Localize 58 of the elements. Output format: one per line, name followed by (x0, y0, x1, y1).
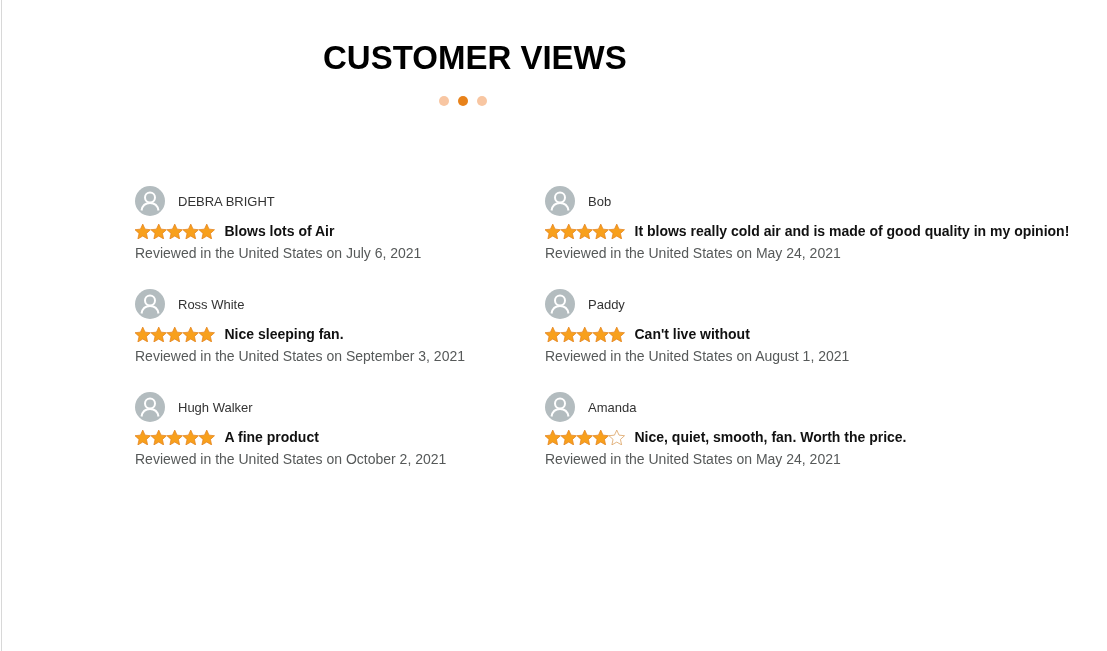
star-icon (577, 326, 593, 342)
star-icon (135, 326, 151, 342)
star-icon (593, 429, 609, 445)
review-title: It blows really cold air and is made of good quality in my opinion! (634, 223, 1070, 239)
reviewer-name: Bob (588, 193, 612, 209)
review-title: Can't live without (634, 326, 750, 342)
star-icon (199, 326, 215, 342)
review-title: A fine product (224, 429, 319, 445)
star-icon (545, 429, 561, 445)
star-icon (577, 223, 593, 239)
star-icon (593, 326, 609, 342)
review-date: Reviewed in the United States on May 24, 2021 (545, 244, 841, 263)
reviewer-name: Amanda (588, 399, 637, 415)
star-icon (151, 326, 167, 342)
star-icon (561, 326, 577, 342)
user-avatar-icon (545, 392, 575, 422)
star-icon (135, 223, 151, 239)
star-icon (183, 223, 199, 239)
star-icon (167, 429, 183, 445)
star-icon (545, 223, 561, 239)
user-avatar-icon (135, 289, 165, 319)
user-avatar-icon (545, 289, 575, 319)
review-title: Blows lots of Air (224, 223, 335, 239)
review-date: Reviewed in the United States on May 24, 2021 (545, 450, 841, 469)
star-icon (545, 326, 561, 342)
review-date: Reviewed in the United States on August 1, 2021 (545, 347, 850, 366)
star-icon (135, 429, 151, 445)
star-icon (609, 326, 625, 342)
star-icon (151, 429, 167, 445)
review-date: Reviewed in the United States on July 6, 2021 (135, 244, 422, 263)
carousel-dot[interactable] (439, 96, 449, 106)
section-heading: CUSTOMER VIEWS (323, 38, 627, 78)
carousel-dot[interactable] (477, 96, 487, 106)
review-title: Nice sleeping fan. (224, 326, 344, 342)
carousel-dot[interactable] (458, 96, 468, 106)
star-icon (199, 223, 215, 239)
reviewer-name: DEBRA BRIGHT (178, 193, 275, 209)
star-icon (561, 223, 577, 239)
star-icon (183, 429, 199, 445)
user-avatar-icon (135, 392, 165, 422)
star-outline-icon (609, 429, 625, 445)
star-icon (199, 429, 215, 445)
reviewer-name: Paddy (588, 296, 625, 312)
star-icon (593, 223, 609, 239)
user-avatar-icon (135, 186, 165, 216)
star-icon (167, 223, 183, 239)
star-icon (167, 326, 183, 342)
review-date: Reviewed in the United States on September 3, 2021 (135, 347, 465, 366)
star-icon (577, 429, 593, 445)
review-title: Nice, quiet, smooth, fan. Worth the price. (634, 429, 907, 445)
reviewer-name: Hugh Walker (178, 399, 253, 415)
star-icon (561, 429, 577, 445)
star-icon (151, 223, 167, 239)
star-icon (183, 326, 199, 342)
user-avatar-icon (545, 186, 575, 216)
star-icon (609, 223, 625, 239)
reviewer-name: Ross White (178, 296, 245, 312)
review-date: Reviewed in the United States on October 2, 2021 (135, 450, 447, 469)
